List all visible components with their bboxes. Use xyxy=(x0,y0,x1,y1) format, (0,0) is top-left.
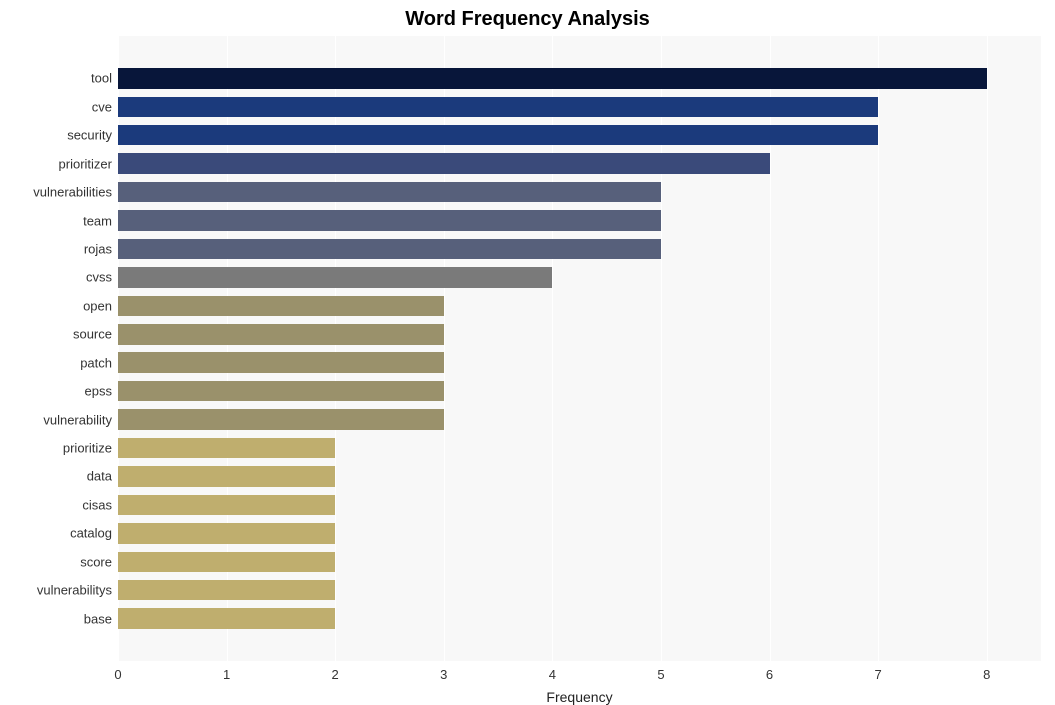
y-tick-label: data xyxy=(87,469,112,484)
x-tick-label: 4 xyxy=(549,667,556,682)
bar-row: source xyxy=(118,324,1041,344)
bar xyxy=(118,296,444,316)
chart-title: Word Frequency Analysis xyxy=(0,8,1055,31)
x-tick-label: 7 xyxy=(874,667,881,682)
bar-row: base xyxy=(118,608,1041,628)
bar xyxy=(118,153,770,173)
bar xyxy=(118,381,444,401)
bar xyxy=(118,324,444,344)
bar-row: data xyxy=(118,466,1041,486)
bar-row: rojas xyxy=(118,239,1041,259)
y-tick-label: cve xyxy=(92,99,112,114)
bar xyxy=(118,125,878,145)
bar xyxy=(118,97,878,117)
bar xyxy=(118,495,335,515)
y-tick-label: vulnerabilities xyxy=(33,185,112,200)
x-tick-label: 6 xyxy=(766,667,773,682)
bar xyxy=(118,68,987,88)
y-tick-label: tool xyxy=(91,71,112,86)
y-tick-label: rojas xyxy=(84,241,112,256)
y-tick-label: prioritize xyxy=(63,441,112,456)
bar-row: cve xyxy=(118,97,1041,117)
x-tick-label: 8 xyxy=(983,667,990,682)
y-tick-label: score xyxy=(80,554,112,569)
x-tick-label: 3 xyxy=(440,667,447,682)
bar xyxy=(118,608,335,628)
y-tick-label: open xyxy=(83,298,112,313)
x-tick-label: 0 xyxy=(114,667,121,682)
bar-row: vulnerabilities xyxy=(118,182,1041,202)
bar-row: vulnerability xyxy=(118,409,1041,429)
bar-row: open xyxy=(118,296,1041,316)
bar xyxy=(118,352,444,372)
bar-row: epss xyxy=(118,381,1041,401)
bar-row: prioritize xyxy=(118,438,1041,458)
bar-row: vulnerabilitys xyxy=(118,580,1041,600)
plot-area: Frequency 012345678toolcvesecuritypriori… xyxy=(118,36,1041,661)
x-axis-label: Frequency xyxy=(118,689,1041,705)
bar xyxy=(118,466,335,486)
bar xyxy=(118,523,335,543)
x-tick-label: 5 xyxy=(657,667,664,682)
y-tick-label: catalog xyxy=(70,526,112,541)
bar xyxy=(118,552,335,572)
bar-row: catalog xyxy=(118,523,1041,543)
bar xyxy=(118,580,335,600)
y-tick-label: vulnerability xyxy=(43,412,112,427)
bar-row: team xyxy=(118,210,1041,230)
bar xyxy=(118,409,444,429)
word-frequency-chart: Word Frequency Analysis Frequency 012345… xyxy=(0,0,1055,701)
x-tick-label: 1 xyxy=(223,667,230,682)
y-tick-label: epss xyxy=(85,384,112,399)
bar-row: cisas xyxy=(118,495,1041,515)
y-tick-label: cvss xyxy=(86,270,112,285)
y-tick-label: team xyxy=(83,213,112,228)
y-tick-label: source xyxy=(73,327,112,342)
y-tick-label: patch xyxy=(80,355,112,370)
y-tick-label: base xyxy=(84,611,112,626)
bar-row: tool xyxy=(118,68,1041,88)
bar xyxy=(118,182,661,202)
bar-row: cvss xyxy=(118,267,1041,287)
bar-row: prioritizer xyxy=(118,153,1041,173)
x-tick-label: 2 xyxy=(332,667,339,682)
y-tick-label: security xyxy=(67,128,112,143)
bar-row: score xyxy=(118,552,1041,572)
bar-row: security xyxy=(118,125,1041,145)
y-tick-label: prioritizer xyxy=(59,156,112,171)
bar xyxy=(118,210,661,230)
bar-row: patch xyxy=(118,352,1041,372)
bar xyxy=(118,239,661,259)
y-tick-label: cisas xyxy=(82,497,112,512)
bar xyxy=(118,267,552,287)
y-tick-label: vulnerabilitys xyxy=(37,583,112,598)
bar xyxy=(118,438,335,458)
